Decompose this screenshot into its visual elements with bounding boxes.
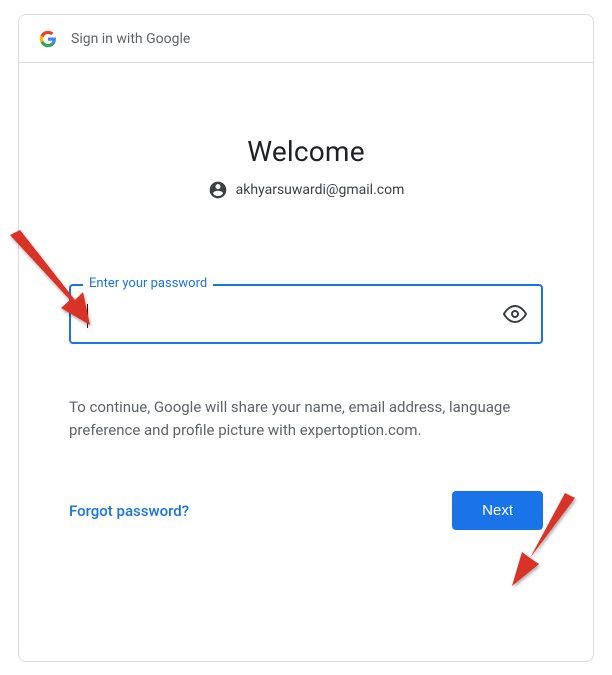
password-label: Enter your password	[83, 276, 213, 291]
show-password-icon[interactable]	[503, 302, 527, 326]
content-area: Welcome akhyarsuwardi@gmail.com Enter yo…	[19, 135, 593, 530]
signin-card: Sign in with Google Welcome akhyarsuward…	[18, 14, 594, 662]
next-button[interactable]: Next	[452, 491, 543, 530]
header-title: Sign in with Google	[71, 31, 190, 47]
forgot-password-link[interactable]: Forgot password?	[69, 502, 189, 520]
password-field-container[interactable]: Enter your password	[69, 284, 543, 344]
text-cursor	[87, 304, 88, 328]
consent-text: To continue, Google will share your name…	[69, 396, 543, 441]
account-email: akhyarsuwardi@gmail.com	[236, 182, 405, 198]
account-icon	[208, 180, 228, 200]
card-header: Sign in with Google	[19, 15, 593, 63]
account-row[interactable]: akhyarsuwardi@gmail.com	[69, 180, 543, 200]
google-logo-icon	[39, 30, 57, 48]
welcome-heading: Welcome	[69, 135, 543, 168]
action-row: Forgot password? Next	[69, 491, 543, 530]
password-input[interactable]	[87, 305, 493, 323]
